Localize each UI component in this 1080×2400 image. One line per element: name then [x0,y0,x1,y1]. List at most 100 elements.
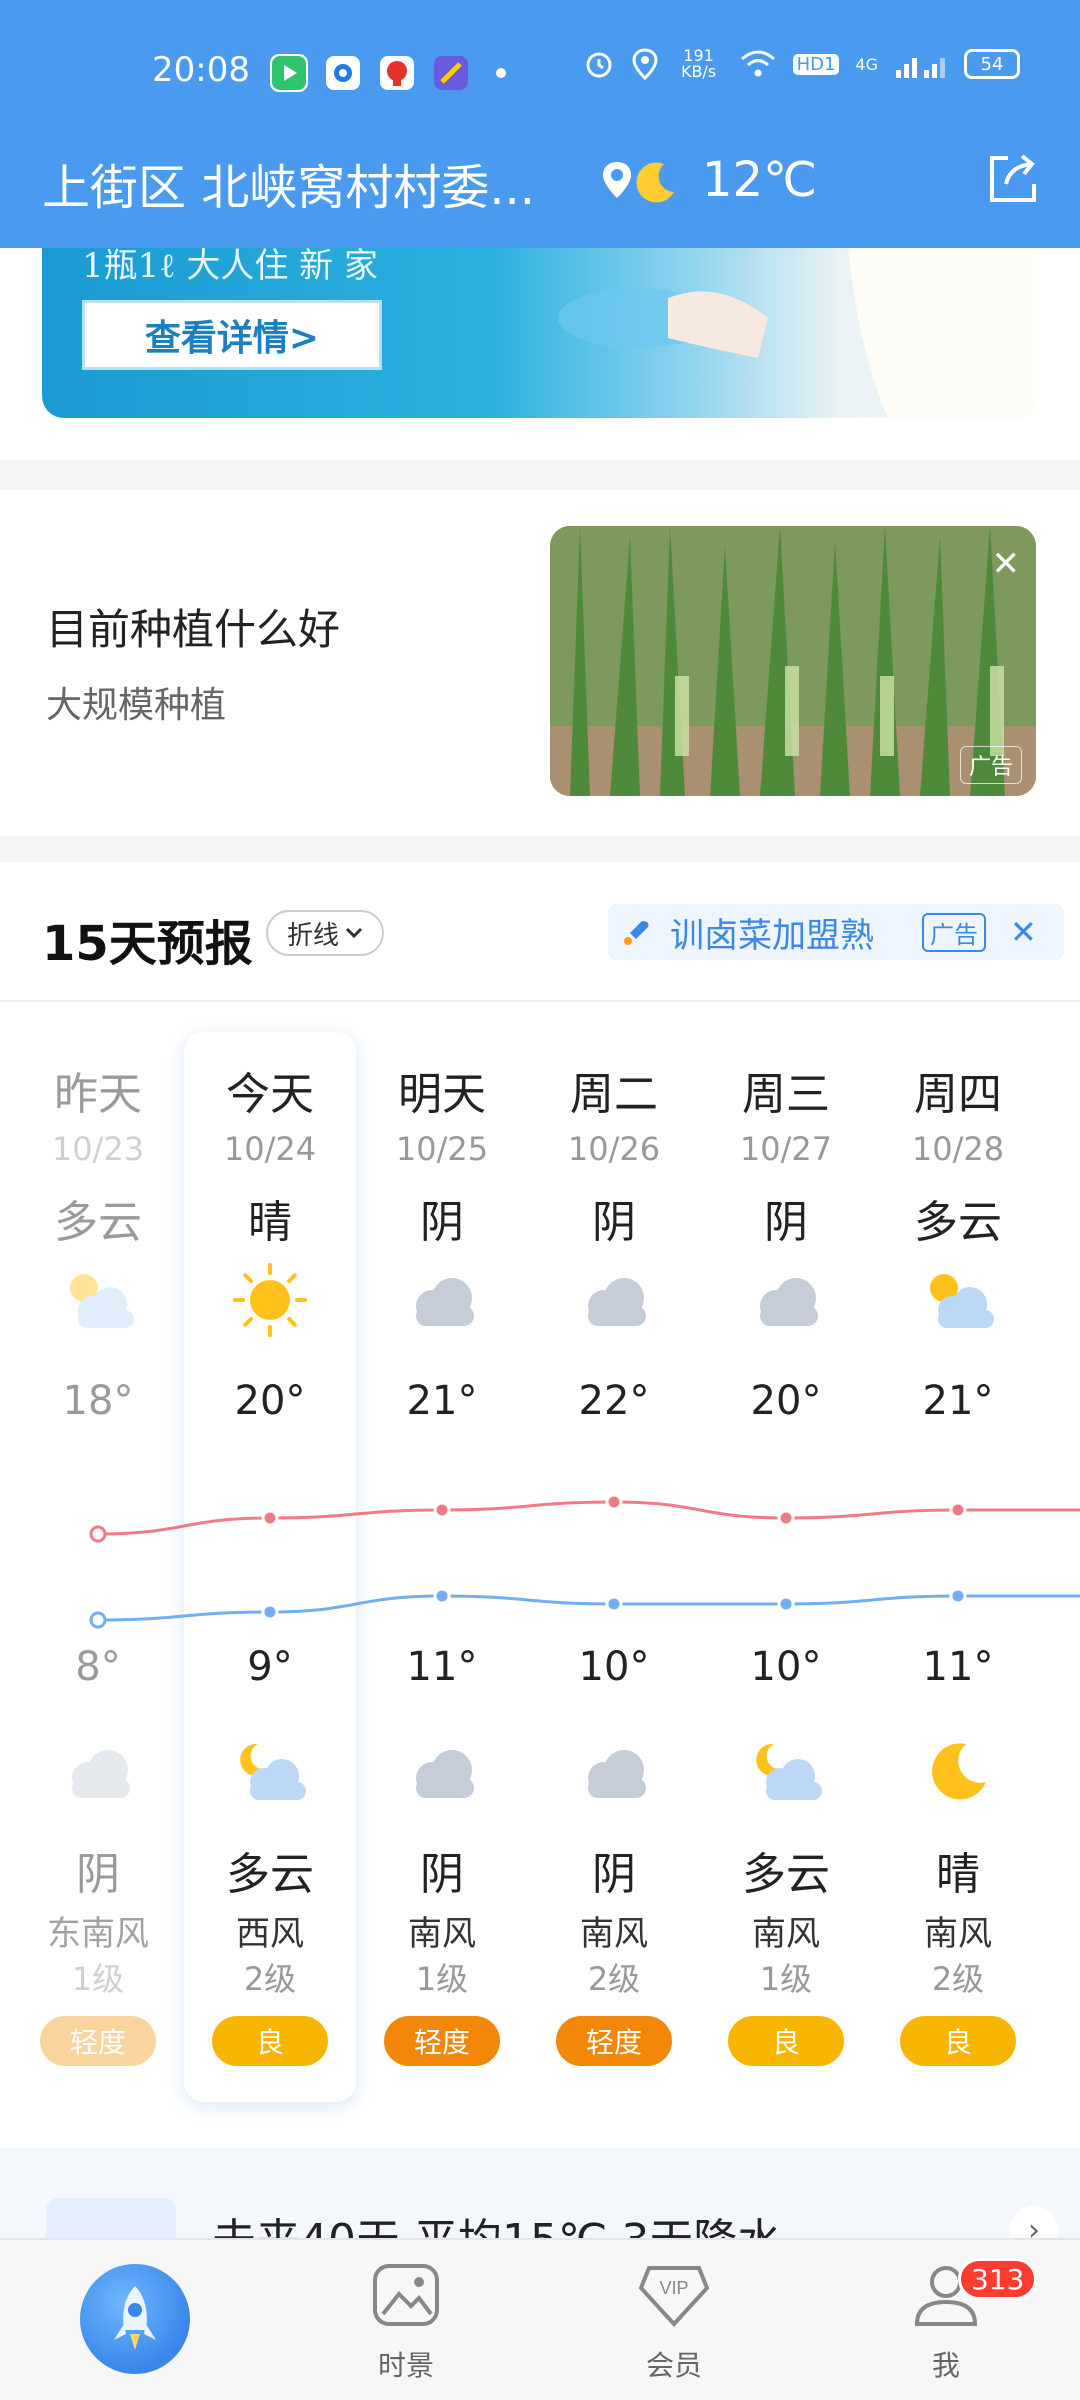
app-notification-icon [378,54,416,92]
wind-direction: 南风 [580,1914,648,1954]
high-temperature-point [605,1493,623,1511]
partly-cloudy-icon [56,1258,140,1342]
low-temperature-line [97,1594,1080,1622]
share-icon[interactable] [982,148,1042,208]
air-quality-badge: 轻度 [384,2016,500,2066]
battery-level: 54 [980,53,1004,75]
high-temperature: 18° [62,1378,134,1424]
day-condition: 阴 [764,1197,808,1248]
nav-me-label: 我 [931,2349,960,2382]
day-name: 昨天 [54,1069,142,1120]
night-condition: 晴 [936,1849,980,1900]
banner-ad-text: 1瓶1ℓ 大人住 新 家 [82,248,378,286]
day-condition: 阴 [420,1197,464,1248]
wind-level: 1级 [415,1960,469,1998]
battery-indicator: 54 [964,49,1020,79]
low-temperature-point [433,1587,451,1605]
chevron-right-icon[interactable]: › [1010,2206,1058,2238]
current-temperature: 12℃ [702,152,817,208]
alarm-icon [586,52,612,78]
low-temperature-point [261,1603,279,1621]
nav-vip-label: 会员 [645,2349,702,2382]
high-temperature: 22° [578,1378,650,1424]
partly-cloudy-icon [916,1258,1000,1342]
day-name: 今天 [226,1069,314,1120]
high-temperature-point [89,1525,107,1543]
partly-cloudy-night-icon [228,1730,312,1814]
banner-ad-image [558,248,1038,418]
more-notifications-dot [496,68,506,78]
wind-level: 1级 [759,1960,813,1998]
wind-direction: 南风 [924,1914,992,1954]
rocket-icon [114,2286,156,2350]
day-date: 10/28 [911,1130,1005,1168]
cloudy-icon [572,1258,656,1342]
day-name: 明天 [398,1069,486,1120]
status-time: 20:08 [152,50,250,90]
vip-diamond-icon: VIP [638,2266,710,2327]
day-condition: 阴 [592,1197,636,1248]
cloudy-icon [572,1730,656,1814]
cloudy-icon [400,1258,484,1342]
high-temperature-point [777,1509,795,1527]
night-condition: 阴 [420,1849,464,1900]
day-condition: 多云 [54,1197,142,1248]
nav-home-rocket-button[interactable] [80,2264,190,2374]
day-name: 周二 [570,1069,658,1120]
low-temperature-point [949,1587,967,1605]
plant-ad-subtitle: 大规模种植 [46,685,227,726]
air-quality-badge: 良 [728,2016,844,2066]
location-name[interactable]: 上街区 北峡窝村村委... [42,148,535,218]
moon-icon [636,162,674,203]
plant-ad-title[interactable]: 目前种植什么好 [46,596,340,657]
wind-direction: 南风 [752,1914,820,1954]
wind-direction: 东南风 [47,1914,149,1954]
low-temperature: 11° [406,1644,478,1690]
signal-strength-icon [896,58,945,78]
nav-vip[interactable]: VIP 会员 [604,2258,744,2388]
high-temperature: 21° [922,1378,994,1424]
wind-direction: 西风 [236,1914,304,1954]
nav-me[interactable]: 我 313 [876,2258,1038,2388]
app-notification-icon [270,54,308,92]
wind-level: 2级 [931,1960,985,1998]
air-quality-badge: 良 [900,2016,1016,2066]
wind-level: 2级 [587,1960,641,1998]
night-condition: 阴 [76,1849,120,1900]
plant-ad-card[interactable]: 目前种植什么好 大规模种植 ✕ 广告 [0,490,1080,836]
plant-ad-image[interactable]: ✕ 广告 [550,526,1036,796]
night-condition: 多云 [226,1849,314,1900]
partly-cloudy-night-icon [744,1730,828,1814]
close-ad-icon[interactable]: ✕ [992,544,1021,584]
ad-label: 广告 [959,746,1022,784]
banner-ad-card: 1瓶1ℓ 大人住 新 家 查看详情> [0,248,1080,460]
view-details-button[interactable]: 查看详情> [82,300,382,370]
day-condition: 晴 [248,1197,292,1248]
banner-ad[interactable]: 1瓶1ℓ 大人住 新 家 查看详情> [42,248,1038,418]
signal-label: 4G [855,54,878,74]
air-quality-badge: 良 [212,2016,328,2066]
low-temperature: 9° [247,1644,293,1690]
hd-badge: HD1 [792,53,840,75]
fifteen-day-forecast: 15天预报 折线 训卤菜加盟熟 广告 ✕ 昨天 10/23 多云 18° 8° 阴东南风 1… [0,862,1080,2152]
cloudy-icon [744,1258,828,1342]
day-date: 10/25 [395,1130,489,1168]
day-date: 10/27 [739,1130,833,1168]
high-temperature-point [949,1501,967,1519]
night-condition: 阴 [592,1849,636,1900]
nav-scenery-label: 时景 [377,2349,434,2382]
wifi-icon [740,50,775,77]
day-name: 周四 [914,1069,1002,1120]
low-temperature-point [605,1595,623,1613]
forty-day-summary[interactable]: 未来40天 平均15℃ 3天降水 › [0,2148,1080,2238]
night-condition: 多云 [742,1849,830,1900]
low-temperature: 10° [578,1644,650,1690]
status-bar: 20:08 191 KB/s HD1 4G 54 [0,48,1080,96]
high-temperature-point [261,1509,279,1527]
high-temperature: 21° [406,1378,478,1424]
status-indicators: 191 KB/s HD1 4G 54 [583,48,1020,80]
app-notification-icon [324,54,362,92]
nav-scenery[interactable]: 时景 [336,2258,476,2388]
day-date: 10/26 [567,1130,661,1168]
temperature-trend-chart [89,1493,1080,1629]
